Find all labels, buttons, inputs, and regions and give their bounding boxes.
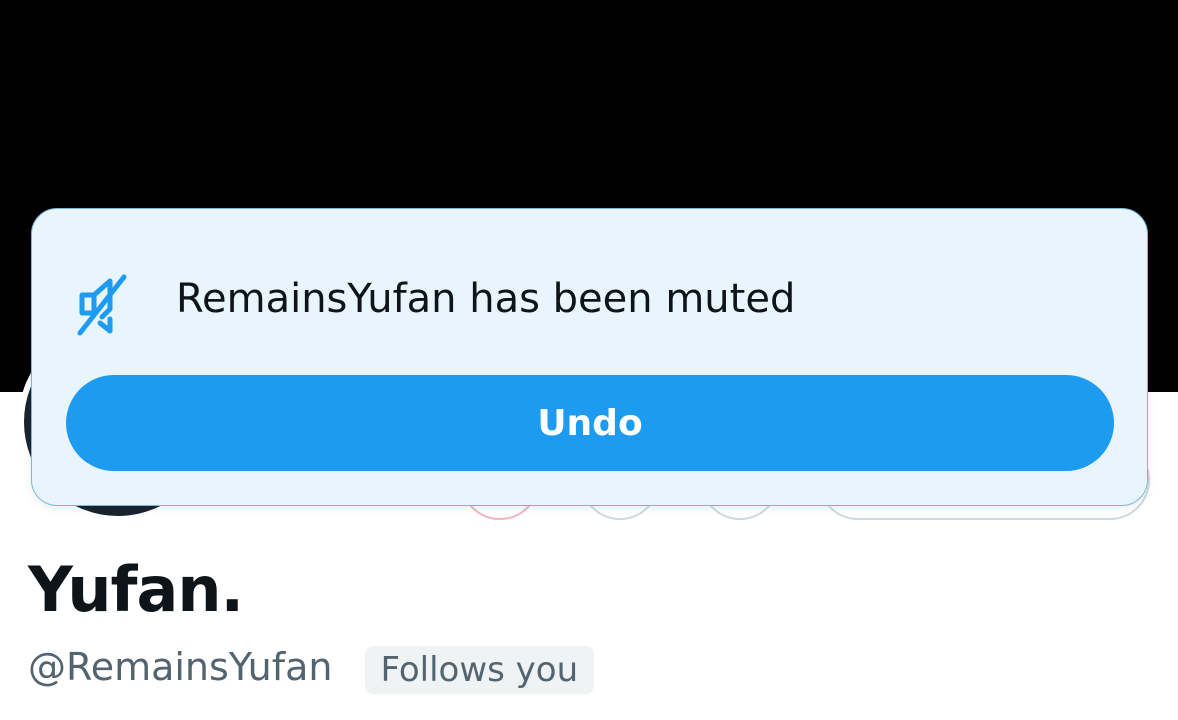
follows-you-badge: Follows you	[364, 646, 595, 694]
toast-message: RemainsYufan has been muted	[176, 276, 796, 322]
undo-button[interactable]: Undo	[66, 375, 1114, 471]
mute-icon	[74, 269, 130, 339]
profile-page: Yufan. @RemainsYufan Follows you Remains…	[0, 0, 1178, 720]
profile-handle-row: @RemainsYufan Follows you	[28, 640, 595, 694]
profile-display-name: Yufan.	[28, 553, 244, 626]
profile-handle: @RemainsYufan	[28, 645, 333, 689]
muted-toast: RemainsYufan has been muted Undo	[31, 208, 1148, 506]
